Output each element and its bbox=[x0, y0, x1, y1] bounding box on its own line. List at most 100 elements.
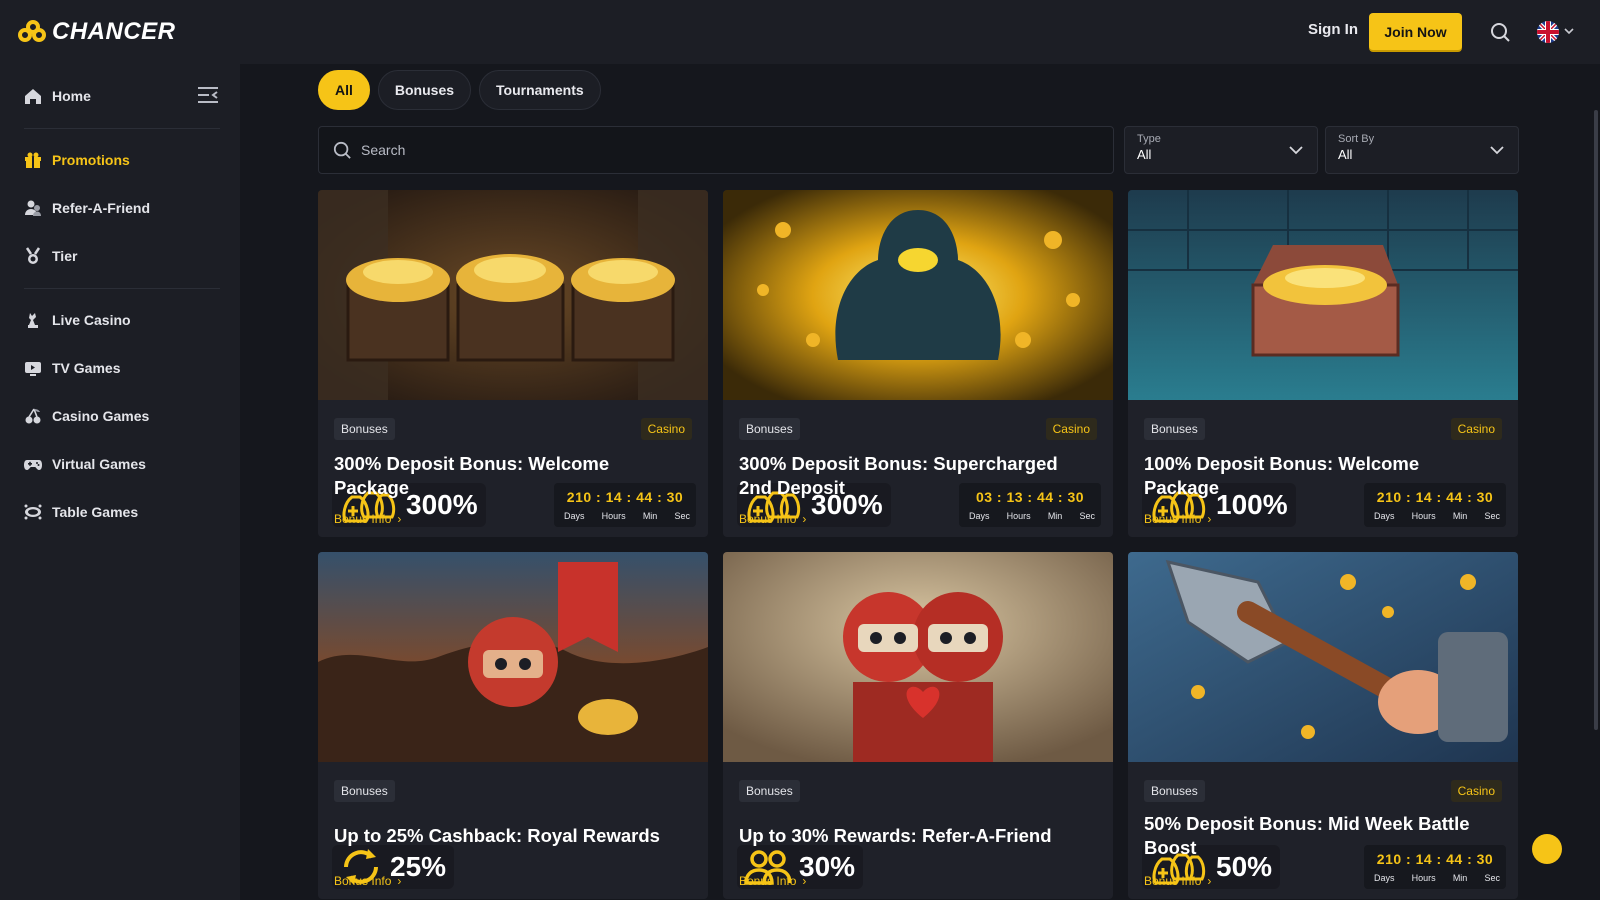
tab-bonuses[interactable]: Bonuses bbox=[377, 70, 472, 110]
unit-days: Days bbox=[1374, 511, 1395, 521]
casino-tag: Casino bbox=[1045, 418, 1097, 440]
sidebar-item-promotions[interactable]: Promotions bbox=[24, 148, 130, 172]
unit-sec: Sec bbox=[1079, 511, 1095, 521]
sidebar-item-refer-a-friend[interactable]: Refer-A-Friend bbox=[24, 196, 150, 220]
table-icon bbox=[24, 503, 42, 521]
search-icon[interactable] bbox=[1490, 22, 1510, 42]
bonus-info-label: Bonus Info bbox=[334, 512, 392, 526]
sidebar-item-tier[interactable]: Tier bbox=[24, 244, 77, 268]
sidebar-item-live-casino[interactable]: Live Casino bbox=[24, 308, 131, 332]
unit-days: Days bbox=[1374, 873, 1395, 883]
chevron-down-icon bbox=[1289, 146, 1303, 155]
promo-image-knight-battlefield bbox=[318, 552, 708, 762]
sidebar-item-tv-games[interactable]: TV Games bbox=[24, 356, 120, 380]
promo-title: 300% Deposit Bonus: Welcome Package bbox=[334, 453, 610, 498]
promo-title: 50% Deposit Bonus: Mid Week Battle Boost bbox=[1144, 813, 1470, 858]
chevron-right-icon: › bbox=[1207, 512, 1212, 526]
bonus-info-link[interactable]: Bonus Info › bbox=[334, 512, 401, 526]
casino-tag: Casino bbox=[1450, 418, 1502, 440]
search-bar[interactable] bbox=[318, 126, 1114, 174]
sidebar-item-virtual-games[interactable]: Virtual Games bbox=[24, 452, 146, 476]
promo-image-treasure-chests bbox=[318, 190, 708, 400]
chess-piece-icon bbox=[24, 311, 42, 329]
bonus-tag: Bonuses bbox=[739, 418, 800, 440]
bonus-info-link[interactable]: Bonus Info › bbox=[739, 874, 806, 888]
promo-image-golem-coins bbox=[723, 190, 1113, 400]
unit-hours: Hours bbox=[1411, 511, 1436, 521]
sidebar: Home Promotions Refer-A-Friend Tier Live… bbox=[0, 64, 240, 900]
search-input[interactable] bbox=[361, 142, 961, 158]
type-select[interactable]: Type All bbox=[1124, 126, 1318, 174]
promo-card[interactable]: 300% 03 : 13 : 44 : 30 Days Hours Min Sec B… bbox=[723, 190, 1113, 537]
gamepad-icon bbox=[24, 455, 42, 473]
medal-icon bbox=[24, 247, 42, 265]
tab-tournaments[interactable]: Tournaments bbox=[479, 70, 601, 110]
logo-text: CHANCER bbox=[52, 18, 176, 45]
sort-select[interactable]: Sort By All bbox=[1325, 126, 1519, 174]
promo-image-twin-knights bbox=[723, 552, 1113, 762]
countdown-units: Days Hours Min Sec bbox=[969, 511, 1095, 521]
bonus-info-link[interactable]: Bonus Info › bbox=[1144, 874, 1211, 888]
unit-sec: Sec bbox=[1484, 873, 1500, 883]
sidebar-item-table-games[interactable]: Table Games bbox=[24, 500, 138, 524]
join-now-button[interactable]: Join Now bbox=[1369, 13, 1462, 50]
bonus-info-label: Bonus Info bbox=[739, 874, 797, 888]
sidebar-item-label: Refer-A-Friend bbox=[52, 200, 151, 216]
promo-image-battle-axe bbox=[1128, 552, 1518, 762]
unit-hours: Hours bbox=[1411, 873, 1436, 883]
unit-min: Min bbox=[1047, 511, 1063, 521]
sidebar-item-label: Tier bbox=[52, 248, 78, 264]
page-scrollbar[interactable] bbox=[1594, 110, 1598, 730]
countdown-units: Days Hours Min Sec bbox=[1374, 873, 1500, 883]
promo-card[interactable]: 100% 210 : 14 : 44 : 30 Days Hours Min Sec … bbox=[1128, 190, 1518, 537]
bonus-tag: Bonuses bbox=[1144, 780, 1205, 802]
sidebar-item-label: Virtual Games bbox=[52, 456, 146, 472]
top-header: CHANCER Sign In Join Now bbox=[0, 0, 1600, 64]
uk-flag-icon[interactable] bbox=[1537, 21, 1559, 43]
chevron-right-icon: › bbox=[397, 512, 402, 526]
unit-min: Min bbox=[1452, 511, 1468, 521]
chat-bubble-icon[interactable] bbox=[1532, 834, 1562, 864]
promo-filter-tabs: All Bonuses Tournaments bbox=[318, 70, 601, 110]
chevron-right-icon: › bbox=[802, 512, 807, 526]
sidebar-item-home[interactable]: Home bbox=[24, 84, 91, 108]
sort-select-value: All bbox=[1338, 147, 1353, 162]
promo-card[interactable]: 25% Bonuses Up to 25% Cashback: Royal Re… bbox=[318, 552, 708, 899]
chevron-down-icon bbox=[1490, 146, 1504, 155]
unit-days: Days bbox=[969, 511, 990, 521]
promo-card[interactable]: 30% Bonuses Up to 30% Rewards: Refer-A-F… bbox=[723, 552, 1113, 899]
users-icon bbox=[24, 199, 42, 217]
sidebar-divider bbox=[24, 288, 220, 289]
promo-title: Up to 25% Cashback: Royal Rewards bbox=[334, 825, 660, 846]
bonus-info-label: Bonus Info bbox=[1144, 874, 1202, 888]
type-select-label: Type bbox=[1137, 133, 1161, 145]
promo-card[interactable]: 50% 210 : 14 : 44 : 30 Days Hours Min Sec B… bbox=[1128, 552, 1518, 899]
promo-card[interactable]: 300% 210 : 14 : 44 : 30 Days Hours Min Sec … bbox=[318, 190, 708, 537]
countdown-units: Days Hours Min Sec bbox=[564, 511, 690, 521]
chancer-logo[interactable]: CHANCER bbox=[18, 18, 176, 46]
unit-hours: Hours bbox=[601, 511, 626, 521]
sidebar-item-label: Live Casino bbox=[52, 312, 131, 328]
cherries-icon bbox=[24, 407, 42, 425]
unit-min: Min bbox=[1452, 873, 1468, 883]
bonus-info-label: Bonus Info bbox=[1144, 512, 1202, 526]
promo-image-treasure-chest-dungeon bbox=[1128, 190, 1518, 400]
collapse-menu-icon[interactable] bbox=[197, 86, 219, 104]
bonus-info-link[interactable]: Bonus Info › bbox=[334, 874, 401, 888]
sidebar-item-casino-games[interactable]: Casino Games bbox=[24, 404, 149, 428]
bonus-info-link[interactable]: Bonus Info › bbox=[739, 512, 806, 526]
bonus-info-link[interactable]: Bonus Info › bbox=[1144, 512, 1211, 526]
sort-select-label: Sort By bbox=[1338, 133, 1375, 145]
sign-in-link[interactable]: Sign In bbox=[1308, 21, 1358, 38]
tab-all[interactable]: All bbox=[318, 70, 370, 110]
sidebar-item-label: Table Games bbox=[52, 504, 139, 520]
sidebar-item-label: Casino Games bbox=[52, 408, 150, 424]
bonus-info-label: Bonus Info bbox=[739, 512, 797, 526]
bonus-tag: Bonuses bbox=[1144, 418, 1205, 440]
bonus-percent: 30% bbox=[799, 851, 856, 882]
sidebar-item-label: Home bbox=[52, 88, 91, 104]
chevron-right-icon: › bbox=[1207, 874, 1212, 888]
tv-icon bbox=[24, 359, 42, 377]
chevron-down-icon[interactable] bbox=[1563, 25, 1575, 37]
bonus-tag: Bonuses bbox=[739, 780, 800, 802]
